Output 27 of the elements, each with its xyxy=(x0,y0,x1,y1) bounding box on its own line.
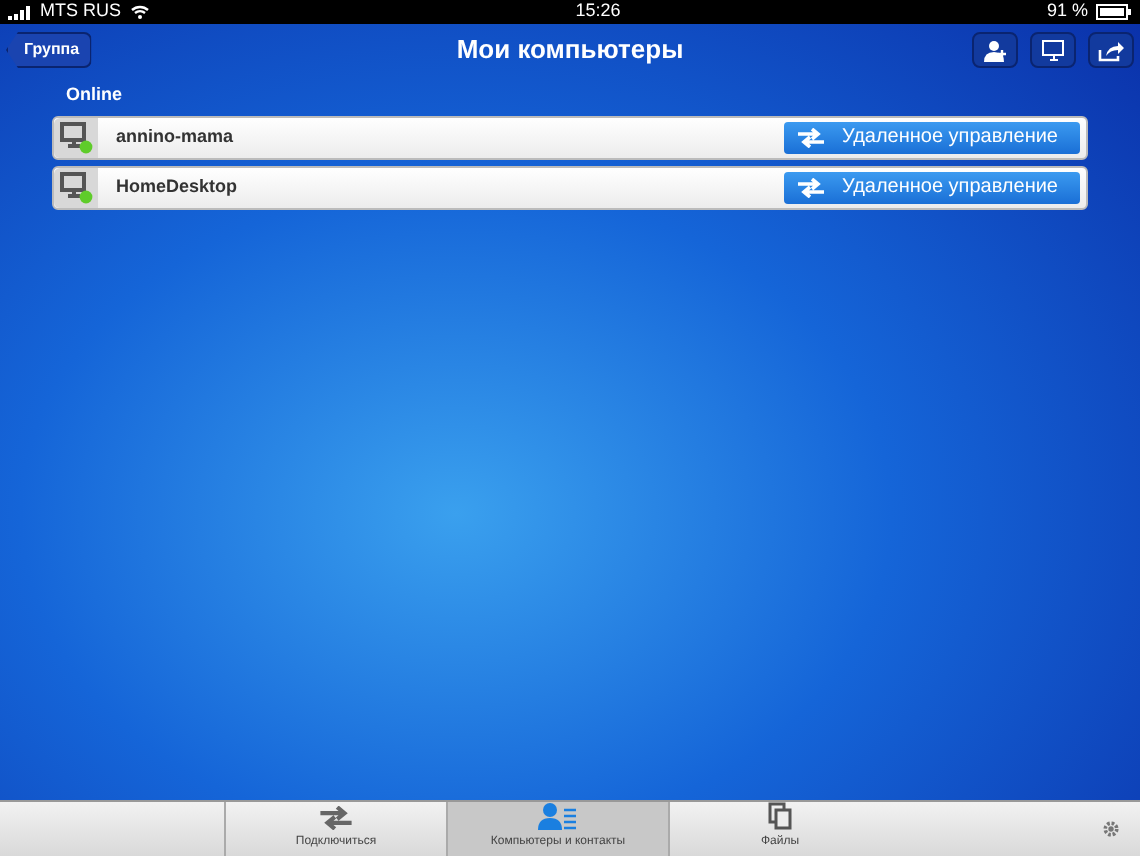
section-heading: Online xyxy=(64,82,125,108)
computer-row[interactable]: HomeDesktop Удаленное управление xyxy=(52,165,1088,209)
carrier-name: MTS RUS xyxy=(40,0,121,25)
status-time: 15:26 xyxy=(575,0,621,25)
add-contact-button[interactable] xyxy=(972,32,1018,68)
add-person-icon xyxy=(983,39,1007,61)
settings-icon[interactable] xyxy=(1102,820,1120,838)
battery-percent: 91 % xyxy=(1046,0,1088,25)
swap-arrows-icon xyxy=(796,177,826,197)
computer-name: annino-mama xyxy=(116,123,234,150)
remote-control-button[interactable]: Удаленное управление xyxy=(784,171,1080,203)
screen-title: Мои компьютеры xyxy=(456,32,684,69)
swap-arrows-icon xyxy=(318,806,354,830)
contacts-icon xyxy=(538,802,578,830)
battery-icon xyxy=(1095,4,1132,20)
swap-arrows-icon xyxy=(796,127,826,147)
computer-name: HomeDesktop xyxy=(116,173,238,200)
signal-icon xyxy=(8,5,32,19)
computer-row[interactable]: annino-mama Удаленное управление xyxy=(52,115,1088,159)
share-button[interactable] xyxy=(1088,32,1134,68)
add-computer-button[interactable] xyxy=(1030,32,1076,68)
remote-control-button[interactable]: Удаленное управление xyxy=(784,121,1080,153)
documents-icon xyxy=(768,802,792,830)
back-button[interactable]: Группа xyxy=(6,32,92,68)
monitor-icon xyxy=(1041,39,1065,61)
wifi-icon xyxy=(129,4,149,20)
share-icon xyxy=(1098,39,1124,61)
